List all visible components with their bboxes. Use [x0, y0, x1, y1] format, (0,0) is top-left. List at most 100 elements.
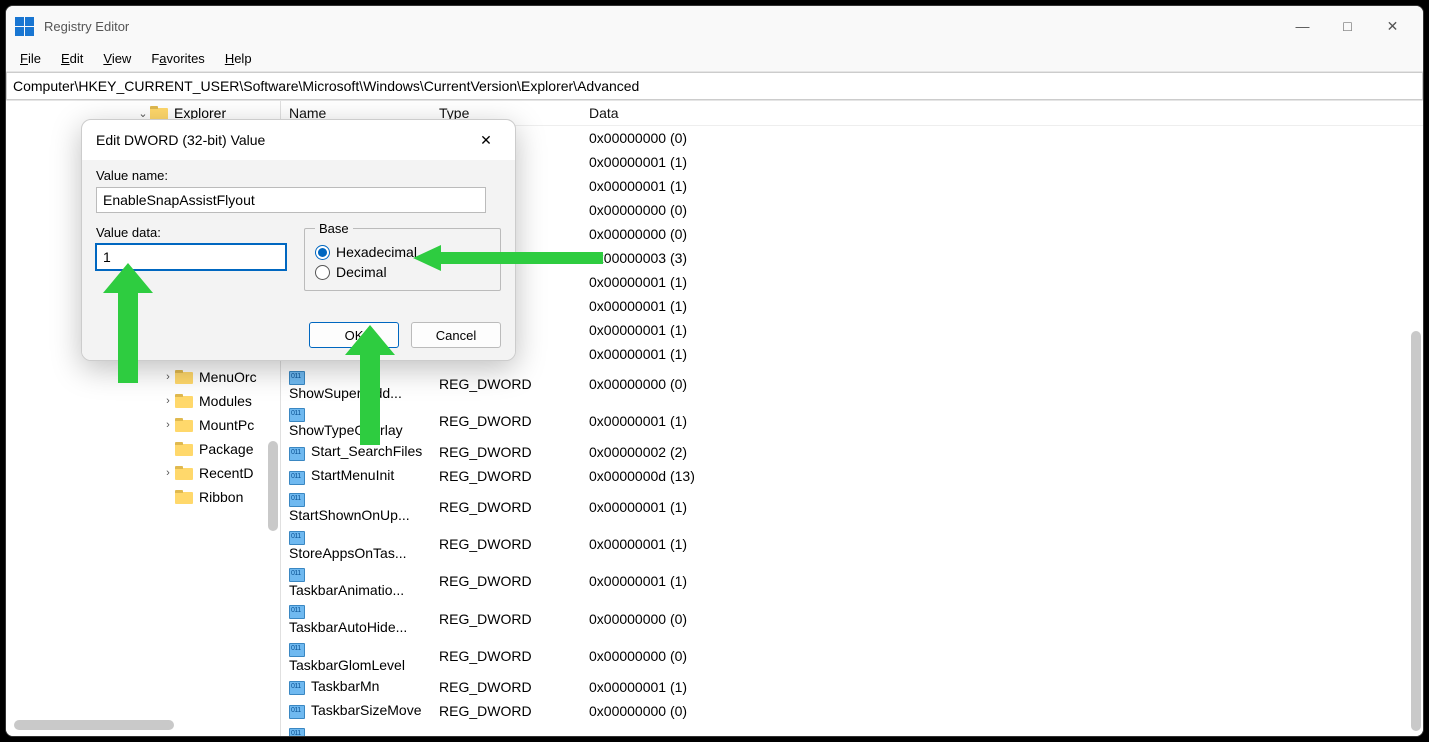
cell-data: 0x0000000d (13)	[581, 464, 1423, 488]
cell-name: StoreAppsOnTas...	[289, 545, 407, 561]
cell-type: REG_DWORD	[431, 563, 581, 600]
cell-type: REG_DWORD	[431, 699, 581, 723]
tree-item[interactable]: › RecentD	[6, 461, 280, 485]
folder-icon	[175, 370, 193, 384]
cell-data: 0x00000003 (3)	[581, 246, 1423, 270]
menu-favorites[interactable]: Favorites	[141, 49, 214, 68]
tree-item-label: Ribbon	[199, 489, 243, 505]
cell-data: 0x00000000 (0)	[581, 699, 1423, 723]
tree-horizontal-scrollbar[interactable]	[14, 720, 174, 730]
ok-button[interactable]: OK	[309, 322, 399, 348]
cell-data: 0x00000002 (2)	[581, 440, 1423, 464]
cell-type: REG_DWORD	[431, 488, 581, 525]
cell-name: TaskbarAutoHide...	[289, 619, 407, 635]
cell-type: REG_DWORD	[431, 675, 581, 699]
table-row[interactable]: ShowTypeOverlayREG_DWORD0x00000001 (1)	[281, 403, 1423, 440]
cell-name: TaskbarGlomLevel	[289, 657, 405, 673]
address-bar[interactable]: Computer\HKEY_CURRENT_USER\Software\Micr…	[6, 72, 1423, 100]
table-row[interactable]: TaskbarSmallIconsREG_DWORD0x00000000 (0)	[281, 723, 1423, 736]
base-legend: Base	[315, 221, 353, 236]
tree-item[interactable]: Package	[6, 437, 280, 461]
minimize-button[interactable]: —	[1280, 6, 1325, 46]
binary-value-icon	[289, 726, 307, 736]
binary-value-icon	[289, 491, 307, 507]
cell-data: 0x00000001 (1)	[581, 342, 1423, 366]
binary-value-icon	[289, 603, 307, 619]
close-button[interactable]: ✕	[1370, 6, 1415, 46]
table-row[interactable]: Start_SearchFiles REG_DWORD0x00000002 (2)	[281, 440, 1423, 464]
table-row[interactable]: TaskbarGlomLevelREG_DWORD0x00000000 (0)	[281, 637, 1423, 674]
value-name-field[interactable]	[96, 187, 486, 213]
cancel-button[interactable]: Cancel	[411, 322, 501, 348]
binary-value-icon	[289, 679, 307, 695]
table-row[interactable]: TaskbarSizeMove REG_DWORD0x00000000 (0)	[281, 699, 1423, 723]
cell-type: REG_DWORD	[431, 464, 581, 488]
cell-name: Start_SearchFiles	[311, 443, 422, 459]
menu-view[interactable]: View	[93, 49, 141, 68]
dialog-title: Edit DWORD (32-bit) Value	[96, 132, 265, 148]
cell-name: ShowSuperHidd...	[289, 385, 402, 401]
dialog-titlebar[interactable]: Edit DWORD (32-bit) Value ✕	[82, 120, 515, 160]
cell-type: REG_DWORD	[431, 440, 581, 464]
binary-value-icon	[289, 566, 307, 582]
chevron-right-icon[interactable]: ›	[161, 467, 175, 479]
window-title: Registry Editor	[44, 19, 129, 34]
maximize-button[interactable]: □	[1325, 6, 1370, 46]
binary-value-icon	[289, 369, 307, 385]
tree-item-label: Modules	[199, 393, 252, 409]
cell-data: 0x00000001 (1)	[581, 403, 1423, 440]
dialog-close-button[interactable]: ✕	[471, 132, 501, 149]
tree-vertical-scrollbar[interactable]	[268, 441, 278, 531]
cell-name: TaskbarSizeMove	[311, 702, 422, 718]
table-row[interactable]: StartShownOnUp... REG_DWORD0x00000001 (1)	[281, 488, 1423, 525]
menu-file[interactable]: File	[10, 49, 51, 68]
cell-data: 0x00000000 (0)	[581, 366, 1423, 403]
cell-data: 0x00000001 (1)	[581, 488, 1423, 525]
folder-icon	[175, 490, 193, 504]
value-data-field[interactable]	[96, 244, 286, 270]
titlebar[interactable]: Registry Editor — □ ✕	[6, 6, 1423, 46]
folder-icon	[150, 106, 168, 120]
cell-data: 0x00000001 (1)	[581, 174, 1423, 198]
tree-item[interactable]: ›MountPc	[6, 413, 280, 437]
chevron-down-icon[interactable]: ⌄	[136, 107, 150, 120]
chevron-right-icon[interactable]: ›	[161, 395, 175, 407]
cell-type: REG_DWORD	[431, 366, 581, 403]
tree-item[interactable]: › Modules	[6, 389, 280, 413]
table-row[interactable]: TaskbarAnimatio...REG_DWORD0x00000001 (1…	[281, 563, 1423, 600]
radio-decimal[interactable]: Decimal	[315, 264, 490, 280]
folder-icon	[175, 466, 193, 480]
regedit-app-icon	[14, 16, 34, 36]
cell-name: StartShownOnUp...	[289, 507, 410, 523]
cell-name: ShowTypeOverlay	[289, 422, 403, 438]
menu-edit[interactable]: Edit	[51, 49, 93, 68]
menu-help[interactable]: Help	[215, 49, 262, 68]
folder-icon	[175, 442, 193, 456]
table-row[interactable]: StartMenuInitREG_DWORD0x0000000d (13)	[281, 464, 1423, 488]
cell-data: 0x00000001 (1)	[581, 294, 1423, 318]
list-vertical-scrollbar[interactable]	[1411, 131, 1421, 726]
folder-icon	[175, 418, 193, 432]
binary-value-icon	[289, 469, 307, 485]
cell-data: 0x00000000 (0)	[581, 723, 1423, 736]
tree-item[interactable]: › MenuOrc	[6, 365, 280, 389]
cell-data: 0x00000001 (1)	[581, 150, 1423, 174]
menubar: File Edit View Favorites Help	[6, 46, 1423, 72]
tree-item[interactable]: Ribbon	[6, 485, 280, 509]
cell-data: 0x00000000 (0)	[581, 637, 1423, 674]
cell-data: 0x00000000 (0)	[581, 600, 1423, 637]
tree-item-label: RecentD	[199, 465, 253, 481]
column-header-data[interactable]: Data	[581, 101, 1423, 126]
cell-type: REG_DWORD	[431, 525, 581, 562]
tree-item-label: MenuOrc	[199, 369, 257, 385]
chevron-right-icon[interactable]: ›	[161, 419, 175, 431]
radio-hexadecimal[interactable]: Hexadecimal	[315, 244, 490, 260]
value-data-label: Value data:	[96, 225, 296, 240]
table-row[interactable]: TaskbarMnREG_DWORD0x00000001 (1)	[281, 675, 1423, 699]
table-row[interactable]: StoreAppsOnTas...REG_DWORD0x00000001 (1)	[281, 525, 1423, 562]
chevron-right-icon[interactable]: ›	[161, 371, 175, 383]
edit-dword-dialog: Edit DWORD (32-bit) Value ✕ Value name: …	[81, 119, 516, 361]
table-row[interactable]: ShowSuperHidd... REG_DWORD0x00000000 (0)	[281, 366, 1423, 403]
binary-value-icon	[289, 445, 307, 461]
table-row[interactable]: TaskbarAutoHide...REG_DWORD0x00000000 (0…	[281, 600, 1423, 637]
